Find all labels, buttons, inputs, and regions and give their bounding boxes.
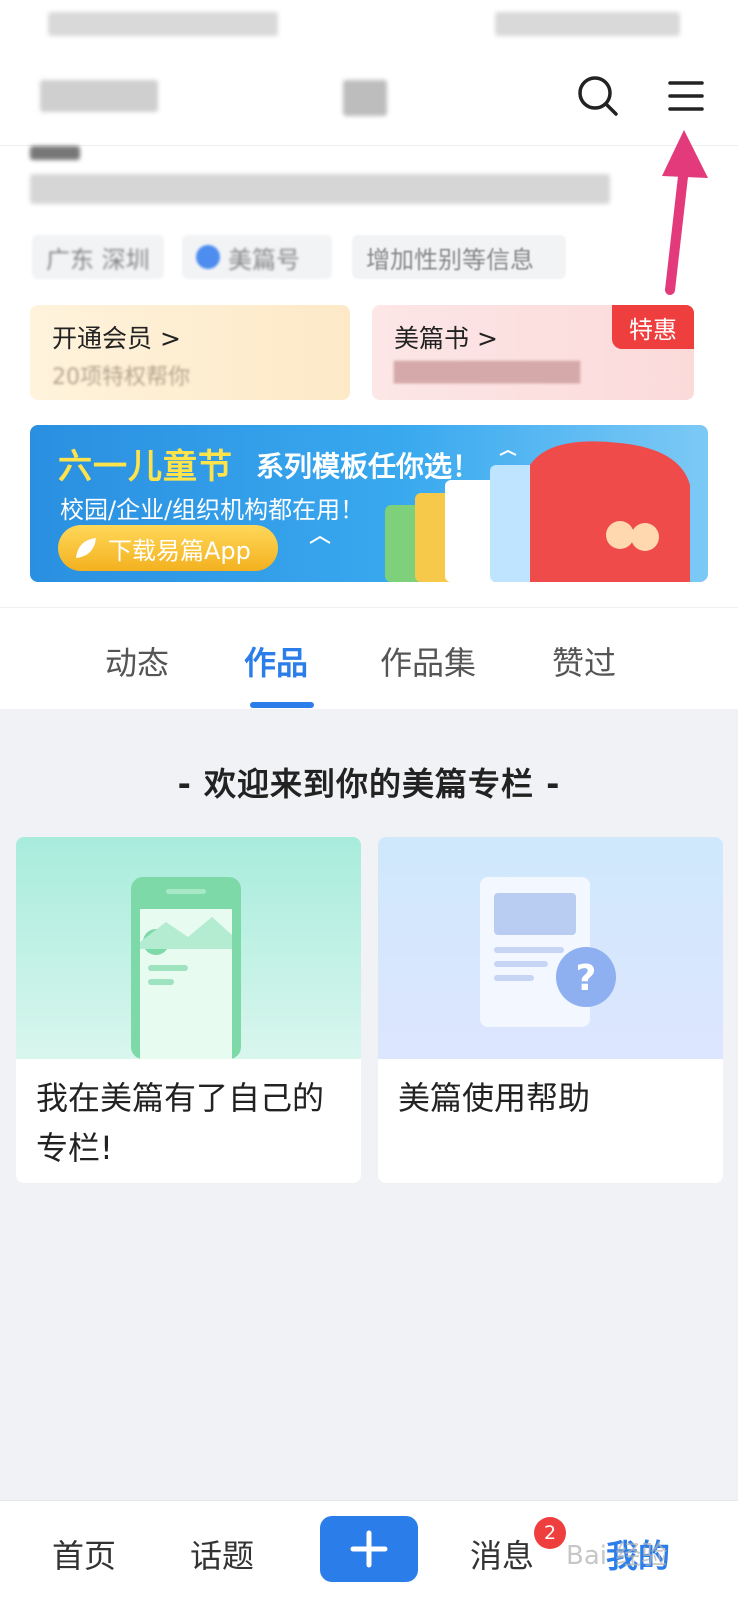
location-tag-text-blur: 广东 深圳: [46, 245, 150, 274]
menu-button[interactable]: [658, 68, 714, 124]
book-card-title: 美篇书 >: [394, 324, 498, 353]
banner-title-rest: 系列模板任你选！: [256, 450, 481, 483]
baidu-watermark: Bai 经验: [566, 1541, 668, 1571]
vip-tag-text-blur: 美篇号: [228, 245, 300, 274]
top-bar: [0, 50, 738, 146]
nav-home[interactable]: 首页: [52, 1531, 116, 1577]
banner-subtitle: 校园/企业/组织机构都在用！: [60, 496, 365, 524]
tab-activity[interactable]: 动态: [105, 638, 169, 684]
download-app-label: 下载易篇App: [108, 536, 251, 565]
tab-active-indicator: [250, 702, 314, 708]
status-bar: [0, 0, 738, 50]
member-card[interactable]: 开通会员 > 20项特权帮你: [30, 305, 350, 400]
leaf-icon: [76, 538, 96, 558]
tab-collections[interactable]: 作品集: [380, 638, 476, 684]
help-illustration: ?: [480, 877, 616, 1027]
location-tag: 广东 深圳: [32, 235, 164, 279]
profile-name-blur: [30, 146, 80, 160]
create-button[interactable]: [320, 1516, 418, 1582]
vip-tag-dot: [196, 245, 220, 269]
nav-topic[interactable]: 话题: [190, 1531, 254, 1577]
status-left-blur: [48, 12, 278, 36]
svg-text:?: ?: [576, 958, 597, 999]
search-icon: [578, 76, 618, 116]
menu-icon: [668, 81, 704, 111]
help-image: ?: [378, 837, 723, 1059]
vip-tag: 美篇号: [182, 235, 332, 279]
column-intro-card[interactable]: 我在美篇有了自己的专栏!: [16, 837, 361, 1183]
member-card-subtitle: 20项特权帮你: [52, 365, 190, 390]
book-card-subtitle-blur: ▇▇▇▇▇▇▇▇▇▇▇: [394, 359, 581, 384]
tab-liked[interactable]: 赞过: [552, 638, 616, 684]
profile-tabs: 动态 作品 作品集 赞过: [0, 607, 738, 709]
welcome-heading: - 欢迎来到你的美篇专栏 -: [177, 765, 561, 803]
add-info-tag[interactable]: 增加性别等信息: [352, 235, 566, 279]
center-blur: [343, 80, 387, 116]
status-right-blur: [495, 12, 680, 36]
plus-icon: [350, 1530, 388, 1568]
help-card[interactable]: ? 美篇使用帮助: [378, 837, 723, 1183]
search-button[interactable]: [570, 68, 626, 124]
download-app-button[interactable]: 下载易篇App: [58, 525, 278, 571]
profile-bio-blur: [30, 174, 610, 204]
phone-illustration: [131, 877, 241, 1059]
nav-messages[interactable]: 消息: [470, 1531, 534, 1577]
profile-page: 广东 深圳 美篇号 增加性别等信息 开通会员 > 20项特权帮你 美篇书 > ▇…: [0, 0, 738, 1600]
member-card-title: 开通会员 >: [52, 324, 181, 353]
book-card[interactable]: 美篇书 > ▇▇▇▇▇▇▇▇▇▇▇ 特惠: [372, 305, 694, 400]
tab-works[interactable]: 作品: [244, 638, 308, 684]
messages-count-badge: 2: [534, 1517, 566, 1549]
column-intro-label: 我在美篇有了自己的专栏!: [36, 1079, 325, 1167]
username-blur: [40, 80, 158, 112]
childrens-day-banner[interactable]: 六一儿童节 系列模板任你选！ 校园/企业/组织机构都在用！ 下载易篇App: [30, 425, 708, 582]
help-label: 美篇使用帮助: [398, 1079, 591, 1117]
profile-section: [0, 146, 738, 306]
special-offer-badge: 特惠: [612, 305, 694, 349]
banner-title: 六一儿童节: [58, 447, 233, 487]
works-content: - 欢迎来到你的美篇专栏 - 我在美篇有了自己的专栏! ? 美篇使用帮助: [0, 709, 738, 1500]
add-info-text: 增加性别等信息: [366, 245, 534, 274]
column-intro-image: [16, 837, 361, 1059]
